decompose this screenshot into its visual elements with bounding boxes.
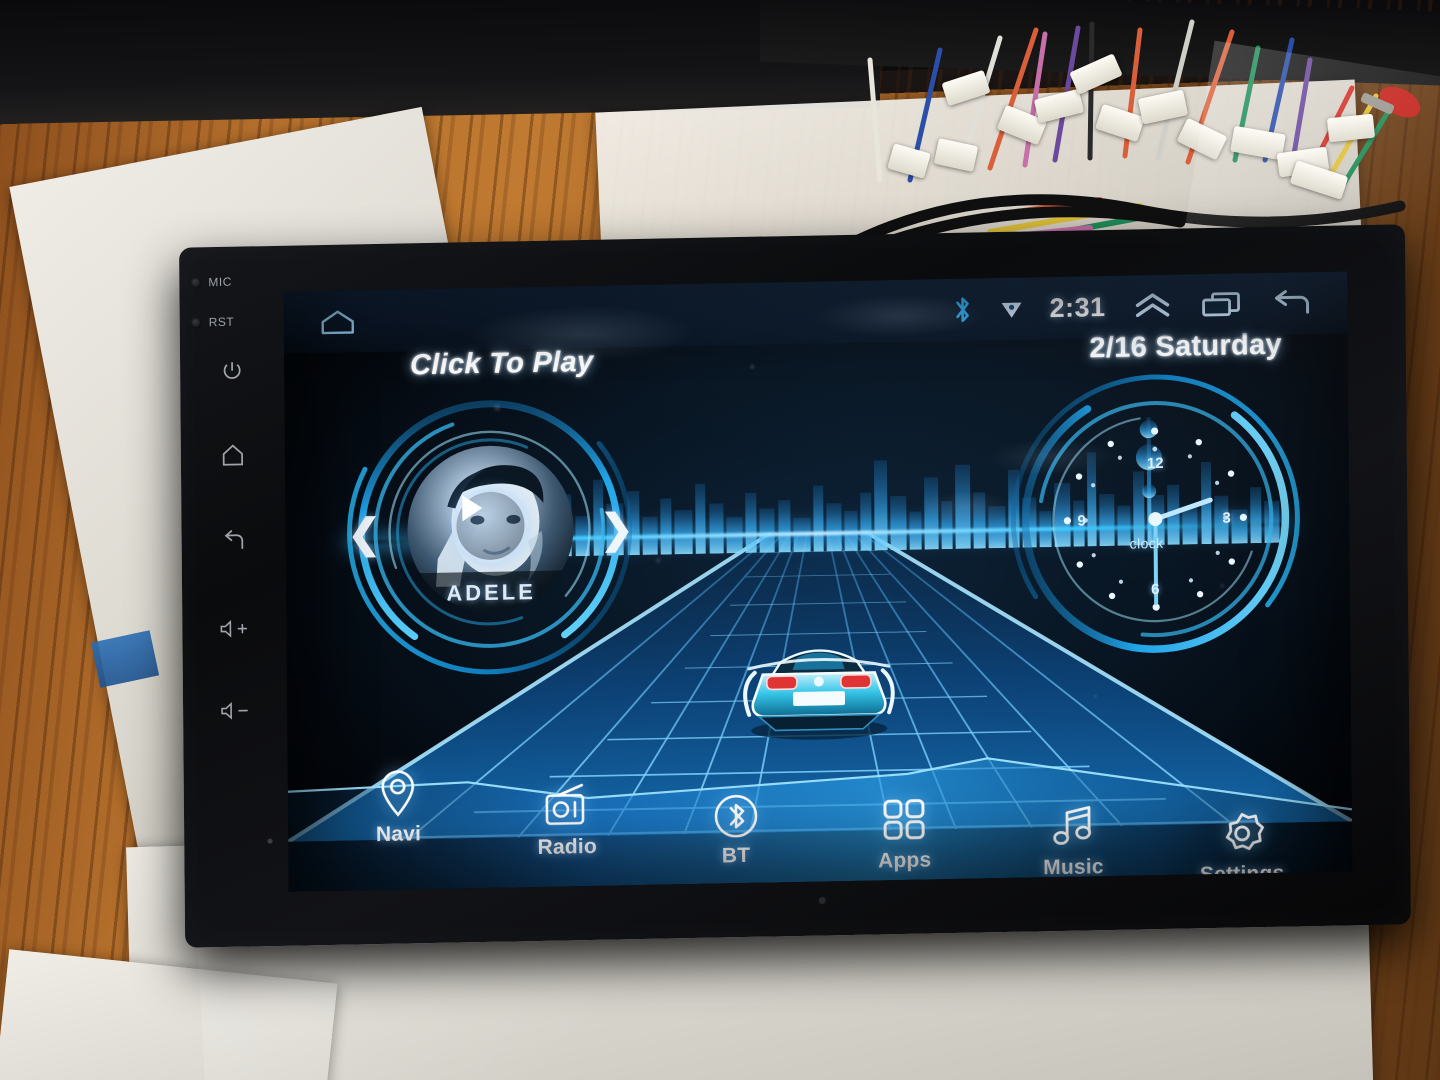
reset-pinhole (190, 316, 202, 329)
clock-widget[interactable]: 12 3 6 9 clock (1004, 366, 1307, 672)
navbar-label: Music (1043, 855, 1104, 880)
navbar-label: BT (721, 843, 751, 868)
navbar-label: Radio (537, 834, 598, 859)
bluetooth-icon (956, 297, 969, 323)
sidebar-item-bt[interactable]: BT (651, 792, 820, 870)
music-note-icon (1053, 805, 1092, 845)
reset-label: RST (208, 314, 235, 330)
gear-icon (1225, 813, 1264, 851)
power-icon[interactable] (219, 359, 245, 385)
play-triangle-icon (462, 495, 483, 522)
radio-icon (545, 783, 585, 826)
status-icons-group: 2:31 (951, 287, 1313, 325)
chevron-right-icon[interactable]: ❯ (600, 507, 634, 552)
recent-apps-icon[interactable] (1199, 289, 1243, 320)
home-icon[interactable] (220, 443, 246, 467)
sidebar-item-settings[interactable]: Settings (1157, 808, 1326, 888)
double-chevron-up-icon[interactable] (1131, 291, 1173, 322)
clock-face (1010, 374, 1300, 664)
navbar-label: Apps (877, 848, 932, 873)
navbar-items: Navi Radio BT Apps Music Settings (287, 735, 1352, 891)
volume-down-icon[interactable] (219, 700, 251, 721)
click-to-play-label: Click To Play (409, 345, 594, 382)
volume-up-icon[interactable] (218, 618, 250, 639)
car-graphic (743, 649, 895, 740)
clock-numeral-3: 3 (1222, 509, 1231, 527)
home-icon[interactable] (318, 308, 358, 335)
navbar-label: Navi (375, 822, 422, 847)
location-pin-icon (381, 770, 415, 817)
chevron-left-icon[interactable]: ❮ (347, 512, 381, 557)
media-player-widget[interactable]: ADELE ❮ ❯ (340, 381, 639, 683)
album-art[interactable]: ADELE (406, 444, 575, 614)
album-title: ADELE (446, 578, 536, 606)
status-clock: 2:31 (1049, 291, 1106, 323)
bottom-navigation-bar: Navi Radio BT Apps Music Settings (287, 735, 1353, 892)
bluetooth-circle-icon (714, 794, 757, 838)
reset-pinhole-row: RST (190, 314, 273, 330)
back-arrow-icon[interactable] (221, 529, 247, 553)
harness-connector (1326, 113, 1376, 143)
mic-pinhole-row: MIC (190, 274, 272, 290)
clock-numeral-6: 6 (1150, 581, 1160, 599)
bezel-control-column: MIC RST (183, 246, 285, 948)
car-head-unit-device: MIC RST 2:31 Click To Play ADELE ❮ ❯ 2/1… (179, 224, 1411, 948)
clock-numeral-9: 9 (1077, 512, 1086, 530)
navbar-label: Settings (1199, 861, 1285, 887)
sidebar-item-music[interactable]: Music (989, 801, 1158, 881)
clock-face-label: clock (1129, 534, 1164, 552)
touchscreen-display[interactable]: 2:31 Click To Play ADELE ❮ ❯ 2/16 Saturd… (283, 271, 1353, 892)
grid-apps-icon (883, 799, 925, 840)
wire-harness (840, 0, 1440, 256)
sidebar-item-navi[interactable]: Navi (314, 768, 483, 848)
mic-label: MIC (208, 274, 232, 290)
back-arrow-icon[interactable] (1269, 288, 1313, 319)
clock-numeral-12: 12 (1146, 454, 1164, 473)
wifi-signal-icon (1001, 302, 1022, 318)
sidebar-item-radio[interactable]: Radio (482, 781, 651, 861)
mic-pinhole (190, 276, 202, 289)
sidebar-item-apps[interactable]: Apps (820, 794, 989, 874)
